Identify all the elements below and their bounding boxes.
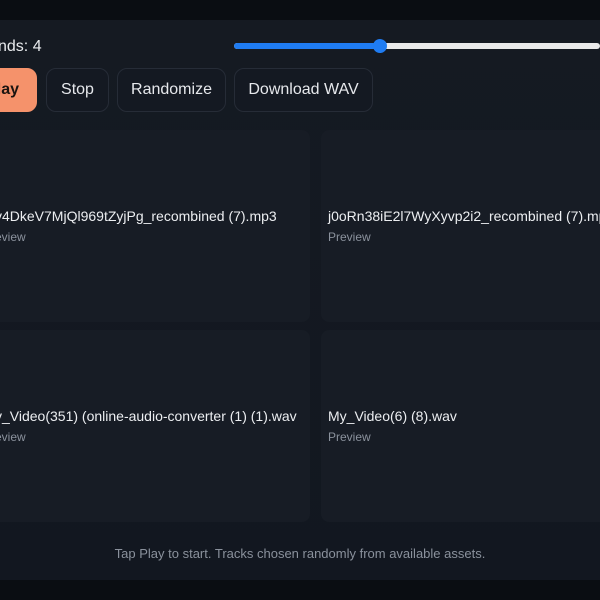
rounds-label: nds: 4 [0, 38, 42, 55]
stop-button[interactable]: Stop [46, 68, 109, 112]
randomize-button[interactable]: Randomize [117, 68, 226, 112]
track-name: My_Video(6) (8).wav [328, 408, 457, 424]
slider-thumb[interactable] [373, 39, 387, 53]
rounds-slider[interactable] [234, 38, 600, 54]
track-card[interactable]: My_Video(6) (8).wav Preview [321, 330, 600, 522]
track-status: eview [0, 230, 26, 244]
track-name: j0oRn38iE2l7WyXyvp2i2_recombined (7).mp [328, 208, 600, 224]
track-card[interactable]: v4DkeV7MjQl969tZyjPg_recombined (7).mp3 … [0, 130, 310, 322]
play-button[interactable]: lay [0, 68, 37, 112]
track-card[interactable]: j0oRn38iE2l7WyXyvp2i2_recombined (7).mp … [321, 130, 600, 322]
bottom-band [0, 580, 600, 600]
slider-fill [234, 43, 380, 49]
track-card[interactable]: y_Video(351) (online-audio-converter (1)… [0, 330, 310, 522]
track-status: Preview [328, 430, 371, 444]
footer-note: Tap Play to start. Tracks chosen randoml… [114, 546, 486, 561]
top-band [0, 0, 600, 20]
download-wav-button[interactable]: Download WAV [234, 68, 373, 112]
track-name: y_Video(351) (online-audio-converter (1)… [0, 408, 297, 424]
track-name: v4DkeV7MjQl969tZyjPg_recombined (7).mp3 [0, 208, 277, 224]
track-status: Preview [328, 230, 371, 244]
track-status: eview [0, 430, 26, 444]
